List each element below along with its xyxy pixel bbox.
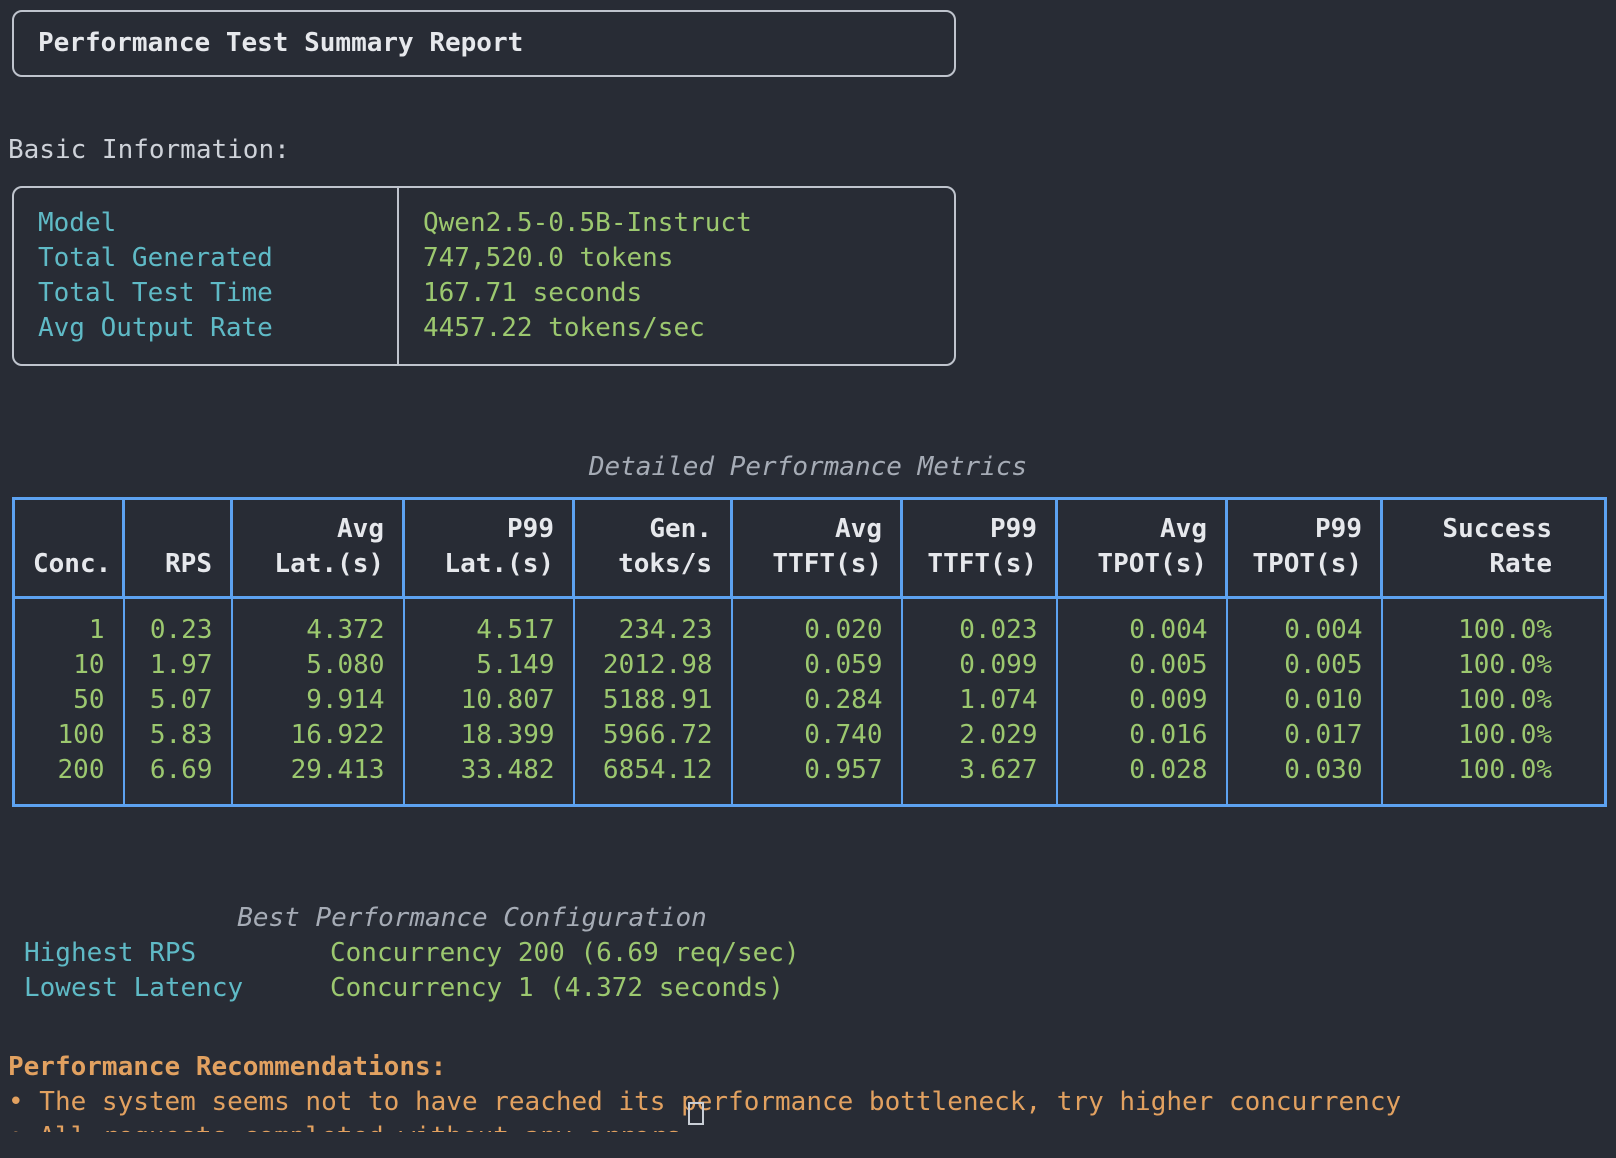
metrics-cell: 0.059 xyxy=(732,648,902,683)
metrics-row: 101.975.0805.1492012.980.0590.0990.0050.… xyxy=(14,648,1606,683)
best-config-value: Concurrency 1 (4.372 seconds) xyxy=(330,971,784,1006)
metrics-cell: 2012.98 xyxy=(574,648,732,683)
metrics-cell: 5.07 xyxy=(124,683,232,718)
metrics-cell: 18.399 xyxy=(404,718,574,753)
metrics-cell: 1.97 xyxy=(124,648,232,683)
metrics-row: 2006.6929.41333.4826854.120.9573.6270.02… xyxy=(14,753,1606,806)
best-config-section: Best Performance Configuration Highest R… xyxy=(0,901,944,1006)
metrics-cell: 0.099 xyxy=(902,648,1057,683)
metrics-cell: 33.482 xyxy=(404,753,574,806)
info-value: 167.71 seconds xyxy=(423,276,930,311)
metrics-cell: 0.004 xyxy=(1057,598,1227,649)
info-key: Model xyxy=(38,206,373,241)
metrics-cell: 0.017 xyxy=(1227,718,1382,753)
metrics-cell: 100.0% xyxy=(1382,598,1606,649)
best-config-value: Concurrency 200 (6.69 req/sec) xyxy=(330,936,800,971)
metrics-body: 10.234.3724.517234.230.0200.0230.0040.00… xyxy=(14,598,1606,806)
metrics-cell: 4.372 xyxy=(232,598,404,649)
best-config-key: Lowest Latency xyxy=(0,971,330,1006)
metrics-column-header: P99 TPOT(s) xyxy=(1227,499,1382,598)
basic-info-table: ModelTotal GeneratedTotal Test TimeAvg O… xyxy=(12,186,956,366)
metrics-cell: 0.016 xyxy=(1057,718,1227,753)
metrics-column-header: Success Rate xyxy=(1382,499,1606,598)
metrics-row: 1005.8316.92218.3995966.720.7402.0290.01… xyxy=(14,718,1606,753)
basic-info-heading: Basic Information: xyxy=(8,133,1616,168)
info-key: Avg Output Rate xyxy=(38,311,373,346)
metrics-cell: 100 xyxy=(14,718,124,753)
metrics-header-row: Conc.RPSAvg Lat.(s)P99 Lat.(s)Gen. toks/… xyxy=(14,499,1606,598)
terminal-window: { "report": { "title": "Performance Test… xyxy=(0,10,1616,1158)
metrics-cell: 100.0% xyxy=(1382,753,1606,806)
metrics-column-header: Avg Lat.(s) xyxy=(232,499,404,598)
metrics-cell: 100.0% xyxy=(1382,718,1606,753)
metrics-cell: 5966.72 xyxy=(574,718,732,753)
info-value: Qwen2.5-0.5B-Instruct xyxy=(423,206,930,241)
metrics-column-header: Conc. xyxy=(14,499,124,598)
metrics-cell: 100.0% xyxy=(1382,683,1606,718)
metrics-cell: 0.020 xyxy=(732,598,902,649)
partial-output-line: • All requests completed without any err… xyxy=(8,1120,1616,1132)
recommendation-item: • The system seems not to have reached i… xyxy=(8,1085,1616,1120)
report-title-box: Performance Test Summary Report xyxy=(12,10,956,77)
metrics-column-header: Gen. toks/s xyxy=(574,499,732,598)
basic-info-values: Qwen2.5-0.5B-Instruct747,520.0 tokens167… xyxy=(399,188,954,364)
metrics-cell: 16.922 xyxy=(232,718,404,753)
metrics-table: Conc.RPSAvg Lat.(s)P99 Lat.(s)Gen. toks/… xyxy=(12,497,1607,807)
metrics-cell: 0.030 xyxy=(1227,753,1382,806)
metrics-cell: 9.914 xyxy=(232,683,404,718)
metrics-cell: 234.23 xyxy=(574,598,732,649)
metrics-cell: 1 xyxy=(14,598,124,649)
metrics-row: 505.079.91410.8075188.910.2841.0740.0090… xyxy=(14,683,1606,718)
metrics-cell: 5.080 xyxy=(232,648,404,683)
metrics-cell: 10 xyxy=(14,648,124,683)
metrics-cell: 50 xyxy=(14,683,124,718)
recommendation-list: • The system seems not to have reached i… xyxy=(8,1085,1616,1120)
best-config-title: Best Performance Configuration xyxy=(0,901,944,936)
metrics-column-header: P99 TTFT(s) xyxy=(902,499,1057,598)
recommendations-heading: Performance Recommendations: xyxy=(8,1050,1616,1085)
recommendations-section: Performance Recommendations: • The syste… xyxy=(8,1050,1616,1132)
metrics-cell: 5188.91 xyxy=(574,683,732,718)
metrics-cell: 4.517 xyxy=(404,598,574,649)
metrics-column-header: Avg TTFT(s) xyxy=(732,499,902,598)
info-key: Total Test Time xyxy=(38,276,373,311)
best-config-row: Highest RPSConcurrency 200 (6.69 req/sec… xyxy=(0,936,944,971)
metrics-cell: 0.010 xyxy=(1227,683,1382,718)
metrics-row: 10.234.3724.517234.230.0200.0230.0040.00… xyxy=(14,598,1606,649)
metrics-column-header: RPS xyxy=(124,499,232,598)
metrics-cell: 6.69 xyxy=(124,753,232,806)
best-config-key: Highest RPS xyxy=(0,936,330,971)
metrics-cell: 0.23 xyxy=(124,598,232,649)
metrics-cell: 3.627 xyxy=(902,753,1057,806)
best-config-row: Lowest LatencyConcurrency 1 (4.372 secon… xyxy=(0,971,944,1006)
metrics-cell: 0.740 xyxy=(732,718,902,753)
metrics-section-title: Detailed Performance Metrics xyxy=(12,450,1604,485)
metrics-cell: 200 xyxy=(14,753,124,806)
metrics-cell: 10.807 xyxy=(404,683,574,718)
basic-info-keys: ModelTotal GeneratedTotal Test TimeAvg O… xyxy=(14,188,399,364)
info-value: 747,520.0 tokens xyxy=(423,241,930,276)
metrics-cell: 0.028 xyxy=(1057,753,1227,806)
terminal-cursor-icon xyxy=(688,1102,704,1125)
metrics-cell: 0.005 xyxy=(1057,648,1227,683)
metrics-cell: 0.957 xyxy=(732,753,902,806)
report-title: Performance Test Summary Report xyxy=(38,26,930,61)
metrics-cell: 2.029 xyxy=(902,718,1057,753)
metrics-cell: 5.149 xyxy=(404,648,574,683)
metrics-column-header: P99 Lat.(s) xyxy=(404,499,574,598)
metrics-cell: 0.009 xyxy=(1057,683,1227,718)
metrics-cell: 6854.12 xyxy=(574,753,732,806)
info-key: Total Generated xyxy=(38,241,373,276)
metrics-column-header: Avg TPOT(s) xyxy=(1057,499,1227,598)
info-value: 4457.22 tokens/sec xyxy=(423,311,930,346)
best-config-rows: Highest RPSConcurrency 200 (6.69 req/sec… xyxy=(0,936,944,1006)
metrics-cell: 29.413 xyxy=(232,753,404,806)
metrics-cell: 0.004 xyxy=(1227,598,1382,649)
metrics-cell: 0.005 xyxy=(1227,648,1382,683)
metrics-cell: 0.284 xyxy=(732,683,902,718)
metrics-cell: 1.074 xyxy=(902,683,1057,718)
metrics-cell: 100.0% xyxy=(1382,648,1606,683)
metrics-cell: 0.023 xyxy=(902,598,1057,649)
metrics-cell: 5.83 xyxy=(124,718,232,753)
